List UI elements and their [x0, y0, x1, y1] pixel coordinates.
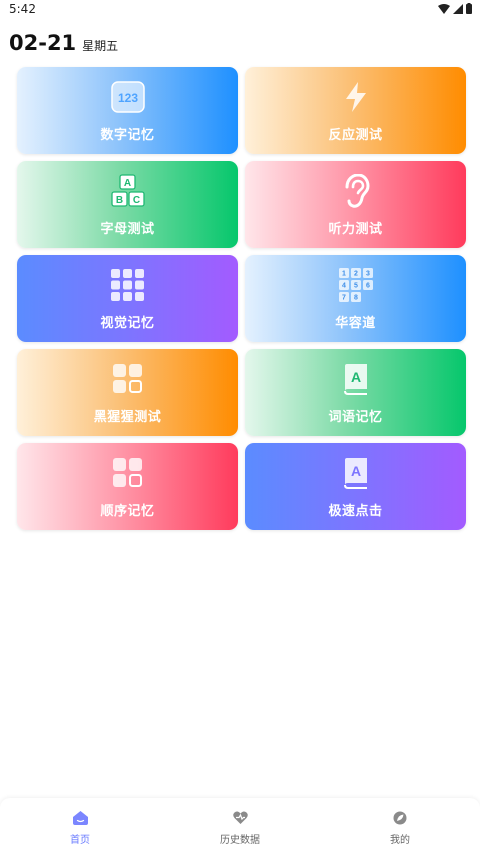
card-label: 数字记忆 [100, 128, 155, 143]
nav-item-history[interactable]: 历史数据 [160, 798, 320, 860]
squares-icon [110, 361, 146, 397]
svg-text:A: A [350, 463, 360, 479]
test-card-grid: 123 数字记忆 反应测试 A B C 字母测试 听力测试 视觉记忆 1 2 3… [17, 67, 467, 530]
wifi-icon [438, 3, 450, 14]
card-speed-click[interactable]: A 极速点击 [245, 443, 466, 530]
card-visual-memory[interactable]: 视觉记忆 [17, 255, 238, 342]
abc-blocks-icon: A B C [110, 173, 146, 209]
card-word-memory[interactable]: A 词语记忆 [245, 349, 466, 436]
weekday-label: 星期五 [82, 39, 119, 53]
nav-item-profile[interactable]: 我的 [320, 798, 480, 860]
card-label: 字母测试 [100, 222, 155, 237]
card-label: 顺序记忆 [100, 504, 155, 519]
book-icon: A [338, 455, 374, 491]
book-icon: A [338, 361, 374, 397]
lightning-icon [338, 79, 374, 115]
card-sequence-memory[interactable]: 顺序记忆 [17, 443, 238, 530]
card-letter-test[interactable]: A B C 字母测试 [17, 161, 238, 248]
svg-text:7: 7 [342, 295, 346, 302]
battery-icon [466, 3, 472, 14]
svg-text:B: B [115, 195, 122, 206]
nav-label: 历史数据 [220, 835, 260, 846]
leaf-icon [392, 810, 408, 826]
status-icons [438, 3, 472, 14]
svg-text:5: 5 [354, 283, 358, 290]
card-number-memory[interactable]: 123 数字记忆 [17, 67, 238, 154]
heart-chart-icon [232, 810, 248, 826]
svg-text:C: C [132, 195, 139, 206]
svg-text:8: 8 [354, 295, 358, 302]
signal-icon [453, 3, 463, 14]
card-chimp-test[interactable]: 黑猩猩测试 [17, 349, 238, 436]
nav-label: 首页 [70, 835, 90, 846]
card-label: 华容道 [335, 316, 376, 331]
svg-text:A: A [350, 369, 360, 385]
status-time: 5:42 [9, 2, 36, 16]
number-123-icon: 123 [110, 79, 146, 115]
home-icon [72, 810, 88, 826]
card-klotski[interactable]: 1 2 3 4 5 6 7 8 华容道 [245, 255, 466, 342]
card-reaction-test[interactable]: 反应测试 [245, 67, 466, 154]
svg-text:6: 6 [366, 283, 370, 290]
number-grid-icon: 1 2 3 4 5 6 7 8 [338, 267, 374, 303]
card-label: 反应测试 [328, 128, 383, 143]
date-header: 02-21 星期五 [9, 31, 118, 55]
date-label: 02-21 [9, 31, 77, 55]
ear-icon [338, 173, 374, 209]
card-label: 视觉记忆 [100, 316, 155, 331]
svg-text:123: 123 [117, 91, 137, 105]
card-label: 听力测试 [328, 222, 383, 237]
svg-text:2: 2 [354, 271, 358, 278]
squares-icon [110, 455, 146, 491]
card-hearing-test[interactable]: 听力测试 [245, 161, 466, 248]
svg-text:1: 1 [342, 271, 346, 278]
card-label: 词语记忆 [328, 410, 383, 425]
card-label: 极速点击 [328, 504, 383, 519]
svg-text:3: 3 [366, 271, 370, 278]
grid-dots-icon [110, 267, 146, 303]
card-label: 黑猩猩测试 [93, 410, 162, 425]
nav-item-home[interactable]: 首页 [0, 798, 160, 860]
svg-text:4: 4 [342, 283, 346, 290]
status-bar: 5:42 [0, 0, 480, 20]
bottom-nav: 首页 历史数据 我的 [0, 798, 480, 860]
nav-label: 我的 [390, 835, 410, 846]
svg-text:A: A [123, 178, 130, 189]
